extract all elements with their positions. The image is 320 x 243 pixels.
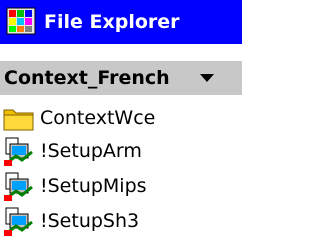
chevron-down-icon xyxy=(200,74,214,82)
file-explorer-icon[interactable] xyxy=(4,5,38,39)
folder-icon xyxy=(3,109,34,131)
list-item[interactable]: !SetupArm xyxy=(0,134,242,168)
setup-program-icon xyxy=(4,137,33,166)
file-name: !SetupMips xyxy=(40,175,147,197)
list-item[interactable]: ContextWce xyxy=(0,101,242,135)
list-item[interactable]: !SetupMips xyxy=(0,169,242,203)
file-name: !SetupSh3 xyxy=(40,210,140,232)
window-title: File Explorer xyxy=(44,11,180,33)
list-item[interactable]: !SetupSh3 xyxy=(0,204,242,238)
file-name: !SetupArm xyxy=(40,140,142,162)
folder-dropdown[interactable]: Context_French xyxy=(0,61,242,95)
file-name: ContextWce xyxy=(40,107,156,129)
title-bar: File Explorer xyxy=(0,0,242,44)
current-folder-label: Context_French xyxy=(4,67,170,89)
setup-program-icon xyxy=(4,207,33,236)
setup-program-icon xyxy=(4,172,33,201)
